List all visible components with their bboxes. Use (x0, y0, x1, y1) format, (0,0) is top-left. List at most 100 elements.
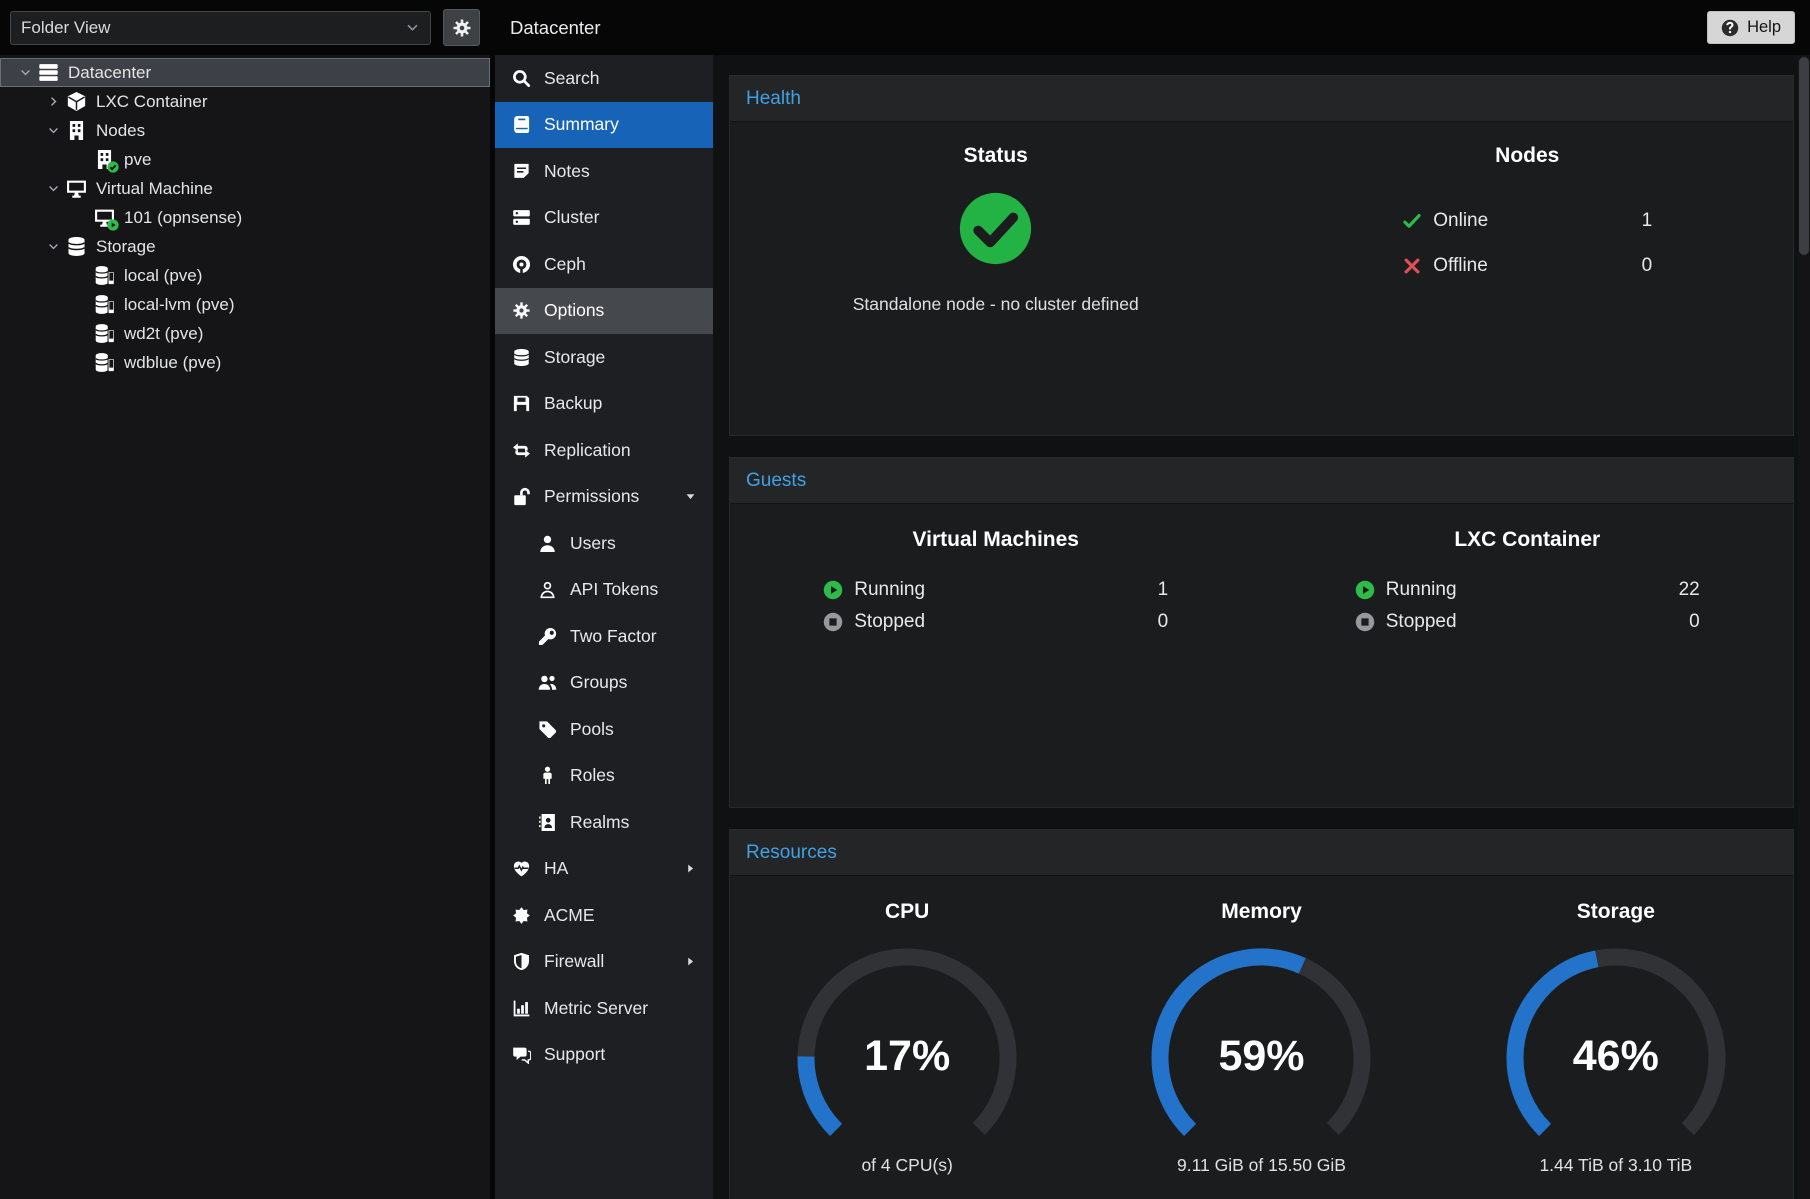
tree-item-pve[interactable]: pve (0, 145, 490, 174)
guest-status-table: Running1Stopped0 (823, 574, 1168, 638)
tree-item-wd2t-pve[interactable]: wd2t (pve) (0, 319, 490, 348)
gauges-row: CPU17%of 4 CPU(s)Memory59%9.11 GiB of 15… (730, 876, 1793, 1199)
menu-item-label: Storage (544, 347, 605, 368)
menu-item-permissions[interactable]: Permissions (495, 474, 713, 521)
chevron-down-icon[interactable] (40, 124, 66, 138)
tree-item-label: local-lvm (pve) (124, 295, 235, 315)
menu-item-label: Support (544, 1044, 605, 1065)
menu-item-backup[interactable]: Backup (495, 381, 713, 428)
chevron-down-icon[interactable] (40, 240, 66, 254)
tree-item-101-opnsense[interactable]: 101 (opnsense) (0, 203, 490, 232)
status-label: Running (1386, 579, 1457, 601)
tree-item-label: wdblue (pve) (124, 353, 221, 373)
check-badge-icon (107, 161, 119, 173)
menu-item-search[interactable]: Search (495, 55, 713, 102)
page-title: Datacenter (510, 17, 601, 39)
menu-item-two-factor[interactable]: Two Factor (495, 613, 713, 660)
menu-item-options[interactable]: Options (495, 288, 713, 335)
menu-item-label: Groups (570, 672, 627, 693)
status-label: Offline (1433, 255, 1488, 277)
menu-item-support[interactable]: Support (495, 1032, 713, 1079)
tree-item-local-lvm-pve[interactable]: local-lvm (pve) (0, 290, 490, 319)
content-scrollbar[interactable] (1798, 55, 1810, 1199)
menu-item-realms[interactable]: Realms (495, 799, 713, 846)
book-icon (512, 115, 531, 134)
resources-panel: Resources CPU17%of 4 CPU(s)Memory59%9.11… (729, 829, 1794, 1199)
gauge-cpu: CPU17%of 4 CPU(s) (730, 900, 1084, 1199)
menu-item-acme[interactable]: ACME (495, 892, 713, 939)
menu-item-firewall[interactable]: Firewall (495, 939, 713, 986)
desktop-icon (94, 207, 115, 228)
database-drive-icon (94, 265, 115, 286)
address-book-icon (538, 813, 557, 832)
gauge-percent: 46% (1496, 1032, 1736, 1081)
note-icon (512, 162, 531, 181)
menu-item-label: Permissions (544, 486, 639, 507)
menu-item-api-tokens[interactable]: API Tokens (495, 567, 713, 614)
caret-right-icon (684, 955, 697, 968)
menu-item-users[interactable]: Users (495, 520, 713, 567)
menu-item-replication[interactable]: Replication (495, 427, 713, 474)
check-circle-icon (957, 190, 1034, 267)
proxmox-app: Folder View DatacenterLXC ContainerNodes… (0, 0, 1810, 1199)
guests-column-virtual-machines: Virtual MachinesRunning1Stopped0 (730, 528, 1262, 807)
chevron-down-icon[interactable] (40, 182, 66, 196)
menu-item-pools[interactable]: Pools (495, 706, 713, 753)
tree-item-storage[interactable]: Storage (0, 232, 490, 261)
expander-spacer (68, 327, 94, 341)
ceph-icon (512, 255, 531, 274)
gauge-percent: 17% (787, 1032, 1027, 1081)
tree-item-wdblue-pve[interactable]: wdblue (pve) (0, 348, 490, 377)
status-heading: Status (964, 144, 1028, 168)
chevron-right-icon[interactable] (40, 95, 66, 109)
guests-column-heading: LXC Container (1454, 528, 1600, 552)
menu-item-metric-server[interactable]: Metric Server (495, 985, 713, 1032)
help-button[interactable]: Help (1707, 11, 1795, 44)
tree-settings-button[interactable] (443, 9, 480, 46)
right-column: Datacenter Help Search SummaryNotesCluste… (495, 0, 1810, 1199)
menu-item-storage[interactable]: Storage (495, 334, 713, 381)
nodes-heading: Nodes (1495, 144, 1559, 168)
tree-item-lxc-container[interactable]: LXC Container (0, 87, 490, 116)
menu-item-groups[interactable]: Groups (495, 660, 713, 707)
menu-item-notes[interactable]: Notes (495, 148, 713, 195)
guests-panel-body: Virtual MachinesRunning1Stopped0LXC Cont… (730, 504, 1793, 807)
building-icon (94, 149, 115, 170)
menu-item-summary[interactable]: Summary (495, 102, 713, 149)
chevron-down-icon[interactable] (12, 66, 38, 80)
status-label: Stopped (854, 611, 925, 633)
tree-item-label: Virtual Machine (96, 179, 213, 199)
resource-tree: DatacenterLXC ContainerNodespve Virtual M… (0, 55, 490, 1199)
gauge-detail: of 4 CPU(s) (861, 1155, 952, 1176)
scrollbar-thumb[interactable] (1799, 57, 1809, 255)
nodes-table: Online1Offline0 (1402, 198, 1652, 288)
menu-item-ha[interactable]: HA (495, 846, 713, 893)
comments-icon (512, 1045, 531, 1064)
menu-item-label: Search (544, 68, 599, 89)
check-icon (1402, 211, 1422, 231)
gauge-heading: Memory (1221, 900, 1302, 924)
status-value: 1 (1642, 210, 1653, 232)
menu-item-cluster[interactable]: Cluster (495, 195, 713, 242)
config-menu: Search SummaryNotesClusterCephOptions Stor… (495, 55, 713, 1199)
tree-item-local-pve[interactable]: local (pve) (0, 261, 490, 290)
gear-icon (512, 301, 531, 320)
guest-status-table: Running22Stopped0 (1355, 574, 1700, 638)
resources-panel-title: Resources (730, 830, 1793, 876)
status-value: 22 (1679, 579, 1700, 601)
health-status-column: Status Standalone node - no cluster defi… (730, 144, 1262, 435)
tree-item-datacenter[interactable]: Datacenter (0, 58, 490, 87)
tree-item-virtual-machine[interactable]: Virtual Machine (0, 174, 490, 203)
gauge-arc: 17% (787, 940, 1027, 1150)
replication-icon (512, 441, 531, 460)
menu-item-roles[interactable]: Roles (495, 753, 713, 800)
tree-item-nodes[interactable]: Nodes (0, 116, 490, 145)
resource-tree-panel: Folder View DatacenterLXC ContainerNodes… (0, 0, 490, 1199)
status-value: 0 (1158, 611, 1169, 633)
database-icon (512, 348, 531, 367)
menu-item-ceph[interactable]: Ceph (495, 241, 713, 288)
tree-item-label: wd2t (pve) (124, 324, 203, 344)
view-mode-select[interactable]: Folder View (10, 11, 431, 45)
gauge-arc: 59% (1141, 940, 1381, 1150)
menu-item-label: API Tokens (570, 579, 658, 600)
